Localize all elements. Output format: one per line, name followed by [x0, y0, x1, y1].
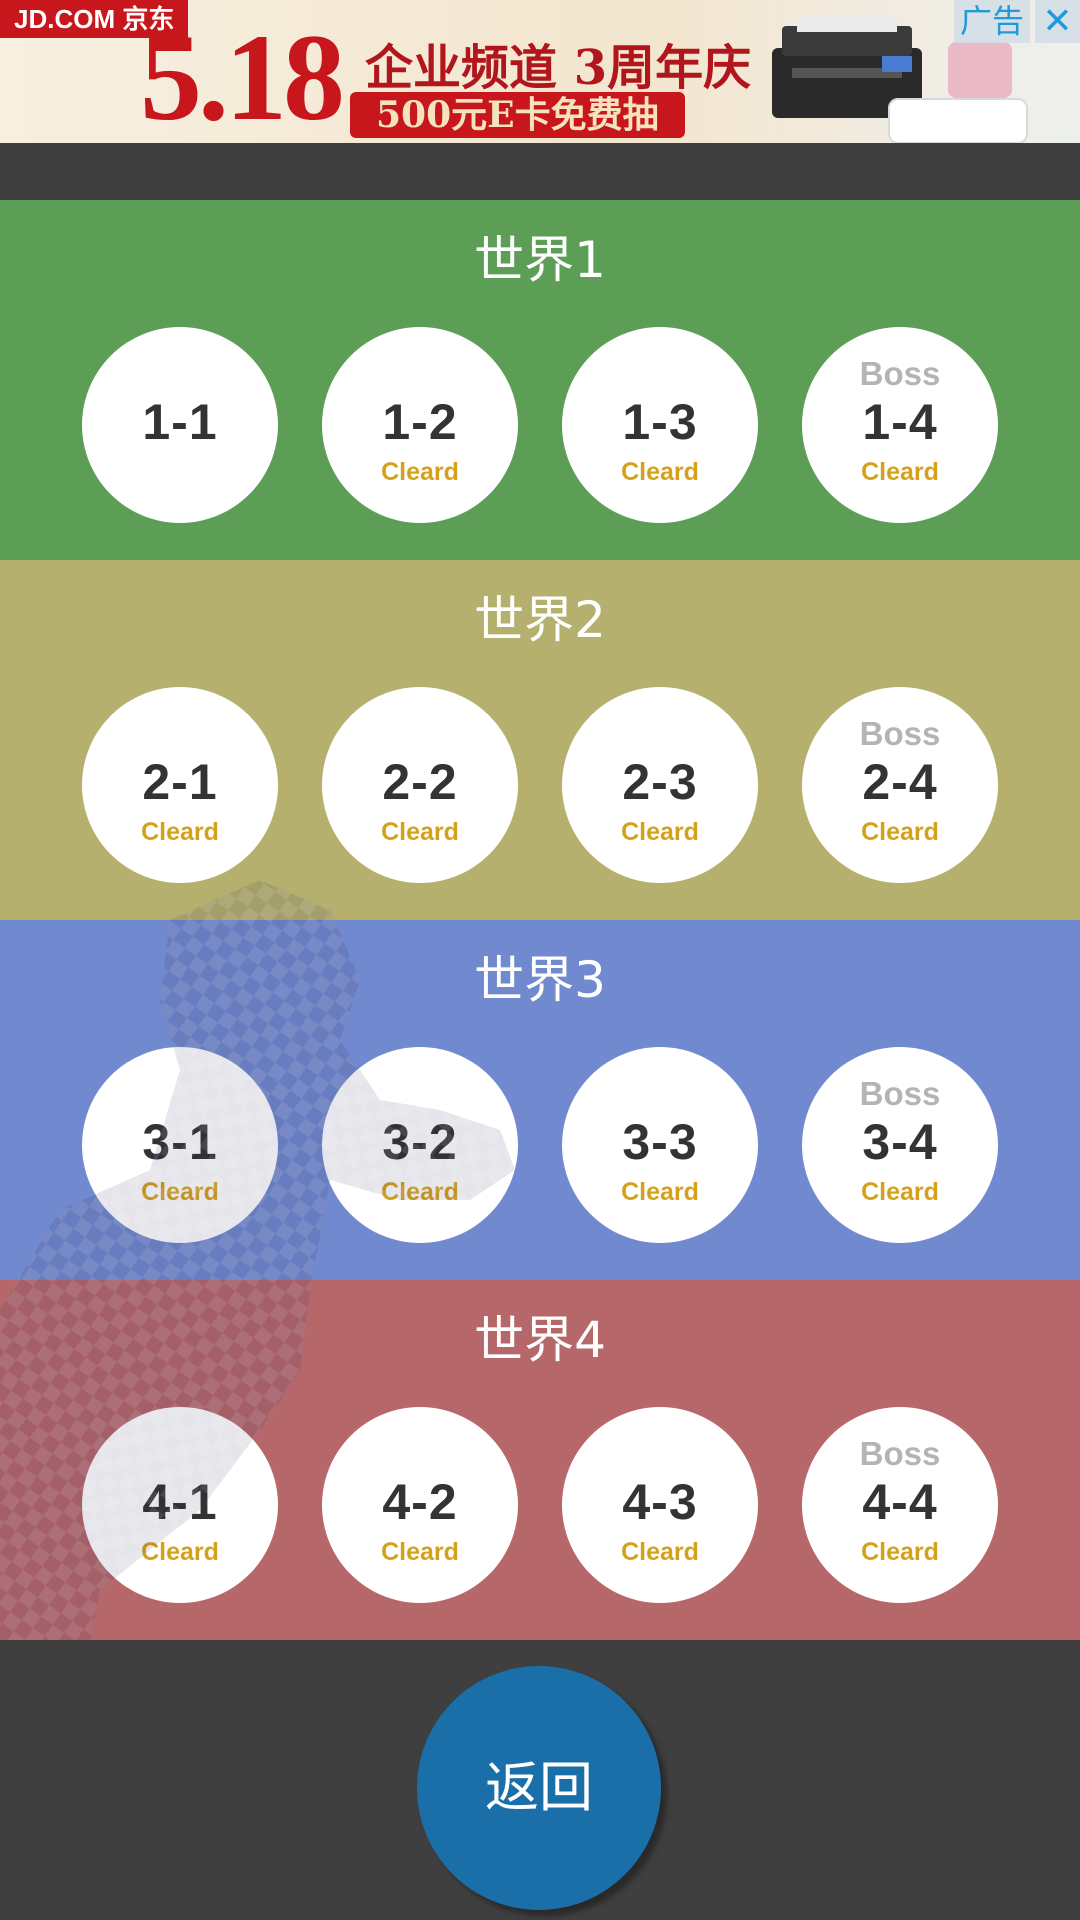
level-status: Cleard: [381, 458, 459, 486]
level-status: Cleard: [621, 1538, 699, 1566]
level-status: Cleard: [861, 818, 939, 846]
world-4-section: 世界4 4-1 Cleard 4-2 Cleard 4-3 Cleard Bos…: [0, 1280, 1080, 1640]
level-number: 4-4: [862, 1474, 938, 1530]
boss-label: Boss: [859, 1435, 941, 1472]
level-number: 1-4: [862, 394, 938, 450]
level-number: 2-3: [622, 754, 698, 810]
ad-big-date: 5.18: [140, 9, 345, 143]
level-1-4-button[interactable]: Boss 1-4 Cleard: [802, 327, 998, 523]
level-number: 1-1: [142, 394, 218, 450]
level-number: 2-1: [142, 754, 218, 810]
level-2-3-button[interactable]: 2-3 Cleard: [562, 687, 758, 883]
level-number: 2-2: [382, 754, 458, 810]
level-1-1-button[interactable]: 1-1: [82, 327, 278, 523]
level-4-2-button[interactable]: 4-2 Cleard: [322, 1407, 518, 1603]
level-number: 3-3: [622, 1114, 698, 1170]
boss-label: Boss: [859, 1075, 941, 1112]
level-number: 4-1: [142, 1474, 218, 1530]
level-2-1-button[interactable]: 2-1 Cleard: [82, 687, 278, 883]
level-3-1-button[interactable]: 3-1 Cleard: [82, 1047, 278, 1243]
level-number: 2-4: [862, 754, 938, 810]
level-4-3-button[interactable]: 4-3 Cleard: [562, 1407, 758, 1603]
boss-label: Boss: [859, 715, 941, 752]
level-status: Cleard: [861, 458, 939, 486]
air-conditioner-image: [888, 98, 1028, 143]
level-4-1-button[interactable]: 4-1 Cleard: [82, 1407, 278, 1603]
level-4-4-button[interactable]: Boss 4-4 Cleard: [802, 1407, 998, 1603]
level-status: Cleard: [141, 1178, 219, 1206]
level-number: 4-3: [622, 1474, 698, 1530]
gift-image: [948, 42, 1012, 98]
world-title: 世界3: [474, 951, 606, 1009]
level-3-4-button[interactable]: Boss 3-4 Cleard: [802, 1047, 998, 1243]
level-status: Cleard: [621, 818, 699, 846]
level-status: Cleard: [381, 818, 459, 846]
level-status: Cleard: [621, 1178, 699, 1206]
level-status: Cleard: [381, 1178, 459, 1206]
level-number: 4-2: [382, 1474, 458, 1530]
level-number: 3-4: [862, 1114, 938, 1170]
level-status: Cleard: [621, 458, 699, 486]
level-number: 1-3: [622, 394, 698, 450]
level-status: Cleard: [141, 1538, 219, 1566]
level-2-2-button[interactable]: 2-2 Cleard: [322, 687, 518, 883]
level-number: 3-1: [142, 1114, 218, 1170]
level-status: Cleard: [861, 1178, 939, 1206]
boss-label: Boss: [859, 355, 941, 392]
level-1-3-button[interactable]: 1-3 Cleard: [562, 327, 758, 523]
level-status: Cleard: [141, 818, 219, 846]
level-3-3-button[interactable]: 3-3 Cleard: [562, 1047, 758, 1243]
level-1-2-button[interactable]: 1-2 Cleard: [322, 327, 518, 523]
ad-banner[interactable]: JD.COM 京东 5.18 企业频道 3周年庆 500元E卡免费抽 广告 ✕: [0, 0, 1080, 143]
world-title: 世界2: [474, 591, 606, 649]
level-status: Cleard: [381, 1538, 459, 1566]
level-status: Cleard: [861, 1538, 939, 1566]
world-3-section: 世界3 3-1 Cleard 3-2 Cleard 3-3 Cleard Bos…: [0, 920, 1080, 1280]
level-2-4-button[interactable]: Boss 2-4 Cleard: [802, 687, 998, 883]
close-icon[interactable]: ✕: [1035, 0, 1080, 43]
world-title: 世界1: [474, 231, 606, 289]
ad-tag: 广告: [953, 0, 1030, 43]
level-number: 1-2: [382, 394, 458, 450]
world-title: 世界4: [474, 1311, 606, 1369]
ad-headline: 企业频道 3周年庆: [365, 40, 752, 96]
back-button[interactable]: 返回: [417, 1666, 661, 1910]
world-2-section: 世界2 2-1 Cleard 2-2 Cleard 2-3 Cleard Bos…: [0, 560, 1080, 920]
level-3-2-button[interactable]: 3-2 Cleard: [322, 1047, 518, 1243]
ad-promo: 500元E卡免费抽: [350, 92, 685, 138]
world-1-section: 世界1 1-1 1-2 Cleard 1-3 Cleard Boss 1-4 C…: [0, 200, 1080, 560]
level-number: 3-2: [382, 1114, 458, 1170]
